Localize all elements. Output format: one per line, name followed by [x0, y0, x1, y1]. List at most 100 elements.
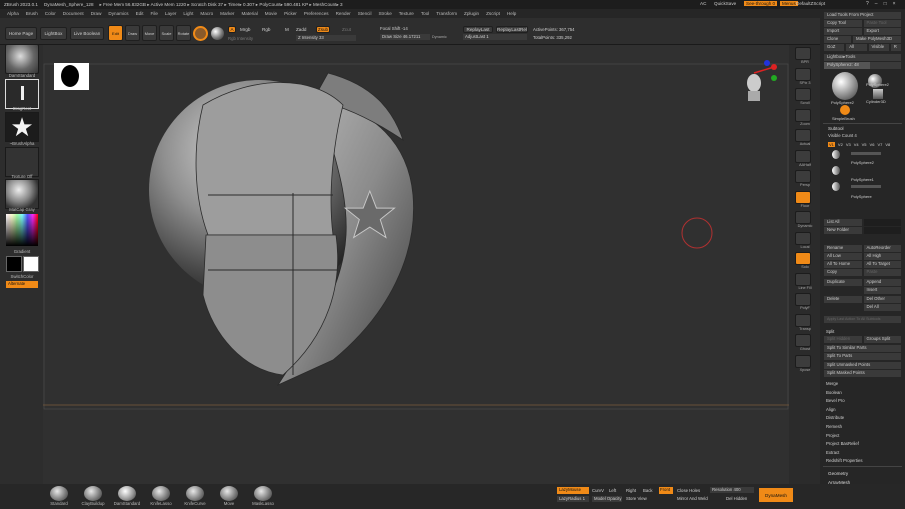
menu-stencil[interactable]: Stencil	[358, 11, 372, 16]
paste-button[interactable]: Paste	[863, 269, 901, 276]
insert-button[interactable]: Insert	[863, 287, 901, 294]
back-view-button[interactable]: Back	[643, 488, 653, 493]
subtool-name-2[interactable]: PolySphere1	[851, 177, 874, 182]
maximize-icon[interactable]: □	[884, 1, 887, 7]
section-remesh[interactable]: Remesh	[826, 423, 863, 432]
shelf-line-fill-button[interactable]	[795, 272, 811, 286]
all-low-button[interactable]: All Low	[824, 253, 862, 260]
store-view-button[interactable]: Store View	[626, 496, 647, 501]
list-all-button[interactable]: List All	[824, 219, 862, 226]
material-selector[interactable]	[5, 179, 39, 209]
all-to-target-button[interactable]: All To Target	[863, 261, 901, 268]
visible-count[interactable]: Visible Count 4	[828, 133, 857, 138]
shelf-spix-3-button[interactable]	[795, 67, 811, 81]
shelf-dynamic-button[interactable]	[795, 211, 811, 224]
all-button[interactable]: All	[846, 44, 867, 51]
left-view-button[interactable]: Left	[609, 488, 616, 493]
apply-last-action-button[interactable]: Apply Last Action To All Subtools	[824, 316, 901, 323]
default-zscript[interactable]: DefaultZScript	[796, 1, 825, 6]
menu-layer[interactable]: Layer	[165, 11, 177, 16]
right-view-button[interactable]: Right	[626, 488, 636, 493]
menu-dynamics[interactable]: Dynamics	[108, 11, 128, 16]
menu-render[interactable]: Render	[336, 11, 351, 16]
export-button[interactable]: Export	[863, 28, 901, 35]
all-high-button[interactable]: All High	[863, 253, 901, 260]
secondary-color-swatch[interactable]	[23, 256, 39, 272]
auto-reorder-button[interactable]: AutoReorder	[863, 245, 901, 252]
curv-button[interactable]: CurvV	[592, 488, 604, 493]
goz-button[interactable]: GoZ	[824, 44, 845, 51]
alternate-toggle[interactable]: Alternate	[6, 281, 38, 288]
shelf-persp-button[interactable]	[795, 170, 811, 183]
brush-standard-icon[interactable]	[50, 486, 68, 501]
menu-marker[interactable]: Marker	[220, 11, 234, 16]
zadd-button[interactable]: Zadd	[296, 27, 306, 32]
mirror-weld-button[interactable]: Mirror And Weld	[677, 496, 708, 501]
front-view-button[interactable]: Front	[659, 487, 673, 494]
menu-texture[interactable]: Texture	[399, 11, 414, 16]
load-tools-button[interactable]: Load Tools From Project	[824, 12, 901, 19]
draw-mode-button[interactable]: Draw	[125, 25, 140, 41]
texture-selector[interactable]	[5, 147, 39, 177]
shelf-scroll-button[interactable]	[795, 88, 811, 101]
brush-knifecurve-icon[interactable]	[186, 486, 204, 501]
menu-movie[interactable]: Movie	[265, 11, 277, 16]
menu-picker[interactable]: Picker	[284, 11, 297, 16]
shelf-solo-button[interactable]	[795, 252, 811, 265]
copy-button[interactable]: Copy	[824, 269, 862, 276]
help-icon[interactable]: ?	[866, 1, 869, 7]
groups-split-button[interactable]: Groups Split	[863, 336, 901, 343]
version-tab[interactable]: V3	[846, 142, 851, 147]
section-project-basrelief[interactable]: Project BasRelief	[826, 440, 863, 449]
zcut-button[interactable]: Zcut	[342, 27, 351, 32]
menu-material[interactable]: Material	[241, 11, 257, 16]
replay-last-button[interactable]: ReplayLast	[463, 26, 493, 33]
shelf-local-button[interactable]	[795, 231, 811, 245]
import-button[interactable]: Import	[824, 28, 862, 35]
zsub-button[interactable]: Zsub	[316, 26, 330, 33]
rotate-mode-button[interactable]: Rotate	[176, 25, 191, 41]
dynamic-toggle[interactable]: Dynamic	[432, 35, 447, 39]
menu-zscript[interactable]: Zscript	[486, 11, 500, 16]
live-boolean-button[interactable]: Live Boolean	[70, 27, 104, 40]
split-unmasked-button[interactable]: Split Unmasked Points	[824, 362, 901, 369]
version-tab[interactable]: V1	[828, 142, 835, 147]
shelf-polyf-button[interactable]	[795, 293, 811, 306]
menu-macro[interactable]: Macro	[200, 11, 213, 16]
brush-move-icon[interactable]	[220, 486, 238, 501]
clone-button[interactable]: Clone	[824, 36, 851, 43]
minimize-icon[interactable]: –	[875, 1, 878, 7]
shelf-xpose-button[interactable]	[795, 354, 811, 368]
shelf-bpr-button[interactable]	[795, 47, 811, 60]
home-page-button[interactable]: Home Page	[5, 27, 37, 40]
shelf-transp-button[interactable]	[795, 313, 811, 327]
visible-button[interactable]: Visible	[868, 44, 889, 51]
version-tab[interactable]: V8	[885, 142, 890, 147]
menu-light[interactable]: Light	[183, 11, 193, 16]
subtool-thumb-3[interactable]	[832, 182, 840, 191]
focal-shift-slider[interactable]: Focal Shift -14	[380, 26, 460, 32]
section-distribute[interactable]: Distribute	[826, 414, 863, 423]
z-intensity-slider[interactable]: Z Intensity 33	[296, 35, 356, 41]
split-header[interactable]: Split	[826, 329, 834, 334]
new-folder-button[interactable]: New Folder	[824, 227, 862, 234]
duplicate-button[interactable]: Duplicate	[824, 279, 862, 286]
section-project[interactable]: Project	[826, 432, 863, 441]
del-other-button[interactable]: Del Other	[863, 296, 901, 303]
subtool-toggles-3[interactable]	[851, 185, 881, 188]
section-geometry[interactable]: Geometry	[828, 469, 854, 478]
section-align[interactable]: Align	[826, 406, 863, 415]
subtool-thumb-2[interactable]	[832, 166, 840, 175]
lazyradius-slider[interactable]: LazyRadius 1	[557, 496, 589, 502]
subtool-toggles-1[interactable]	[851, 152, 881, 155]
subtool-name-3[interactable]: PolySphere	[851, 194, 872, 199]
mrgb-button[interactable]: Mrgb	[240, 27, 250, 32]
color-picker[interactable]	[6, 214, 38, 246]
paste-tool-button[interactable]: Paste Tool	[863, 20, 901, 27]
make-polymesh-button[interactable]: Make PolyMesh3D	[853, 36, 901, 43]
menu-edit[interactable]: Edit	[136, 11, 144, 16]
split-similar-button[interactable]: Split To Similar Parts	[824, 345, 901, 352]
menu-document[interactable]: Document	[63, 11, 84, 16]
lightbox-button[interactable]: LightBox	[40, 27, 67, 40]
stroke-selector[interactable]	[5, 79, 39, 109]
